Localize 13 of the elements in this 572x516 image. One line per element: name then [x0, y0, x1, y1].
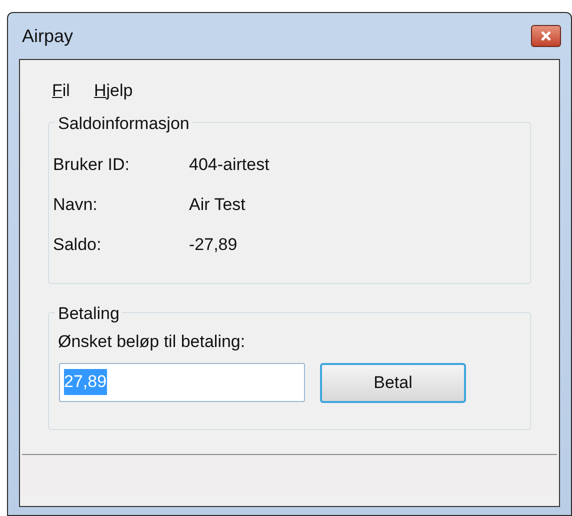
- pay-button[interactable]: Betal: [320, 362, 466, 402]
- close-icon: [541, 31, 551, 41]
- field-label: Saldo:: [53, 234, 102, 256]
- close-button[interactable]: [531, 25, 561, 47]
- field-label: Bruker ID:: [53, 154, 131, 176]
- field-value: -27,89: [189, 234, 238, 256]
- field-label: Navn:: [53, 194, 98, 216]
- field-value: 404-airtest: [189, 154, 270, 176]
- window-title: Airpay: [22, 24, 74, 48]
- field-value: Air Test: [189, 194, 246, 216]
- menu-item[interactable]: Hjelp: [94, 76, 133, 104]
- amount-label: Ønsket beløp til betaling:: [58, 332, 246, 351]
- menu-item[interactable]: Fil: [52, 76, 70, 104]
